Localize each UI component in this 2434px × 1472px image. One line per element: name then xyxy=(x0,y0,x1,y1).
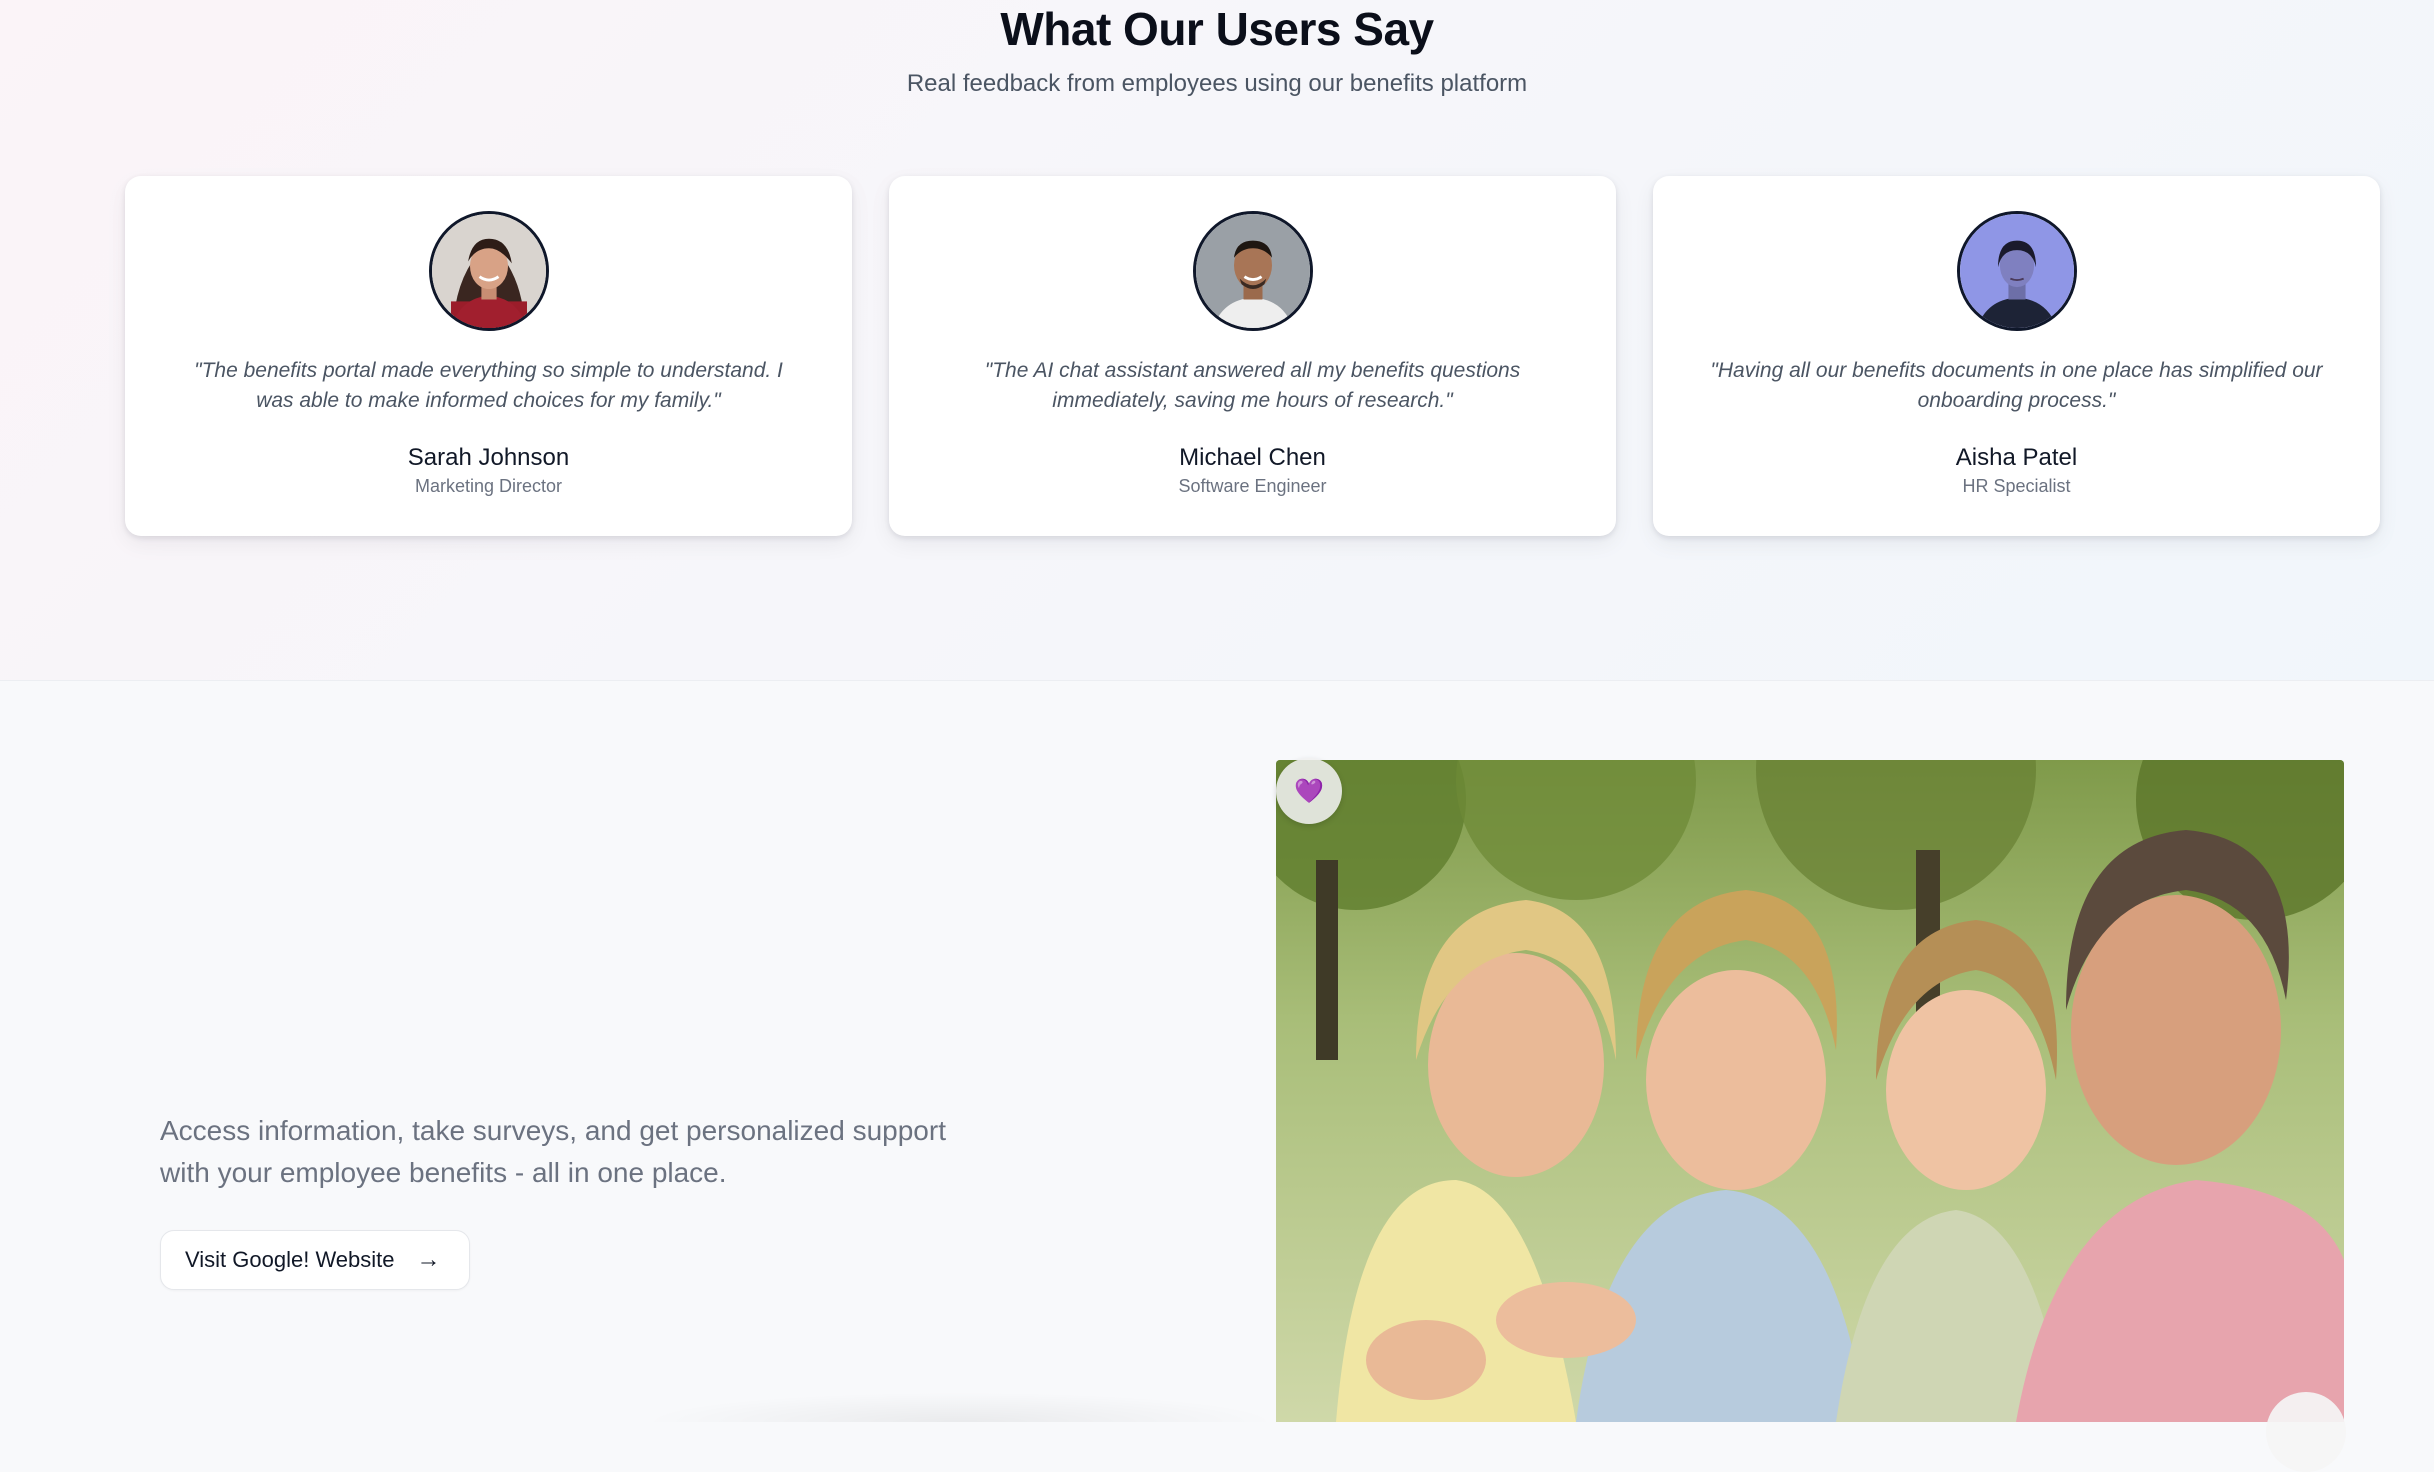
testimonial-quote: "The benefits portal made everything so … xyxy=(194,359,783,412)
family-photo-illustration xyxy=(1276,760,2344,1422)
purple-heart-icon[interactable]: 💜 xyxy=(1276,758,1342,824)
user-photo-aisha xyxy=(1959,214,2074,328)
arrow-right-icon: → xyxy=(416,1246,441,1273)
avatar xyxy=(1956,211,2077,331)
testimonial-name: Michael Chen xyxy=(1179,444,1326,471)
family-photo xyxy=(1276,760,2344,1422)
user-photo-michael xyxy=(1195,214,1310,328)
testimonial-quote: "The AI chat assistant answered all my b… xyxy=(984,359,1521,412)
testimonial-role: HR Specialist xyxy=(1962,476,2071,496)
photo-corner-button[interactable] xyxy=(2266,1392,2346,1472)
visit-website-button[interactable]: Visit Google! Website → xyxy=(160,1230,470,1290)
avatar xyxy=(428,211,549,331)
testimonial-card: "Having all our benefits documents in on… xyxy=(1653,176,2380,536)
testimonial-card: "The benefits portal made everything so … xyxy=(125,176,852,536)
avatar xyxy=(1192,211,1313,331)
hero-description: Access information, take surveys, and ge… xyxy=(160,1115,946,1188)
testimonial-role: Software Engineer xyxy=(1178,476,1327,496)
testimonial-card: "The AI chat assistant answered all my b… xyxy=(889,176,1616,536)
section-shadow xyxy=(640,1392,1280,1422)
visit-website-label: Visit Google! Website xyxy=(185,1247,395,1272)
testimonials-subtitle: Real feedback from employees using our b… xyxy=(906,70,1528,97)
user-photo-sarah xyxy=(431,214,546,328)
testimonial-name: Sarah Johnson xyxy=(407,444,570,471)
testimonials-section: What Our Users Say Real feedback from em… xyxy=(0,0,2434,681)
testimonials-title: What Our Users Say xyxy=(1000,3,1434,55)
testimonial-name: Aisha Patel xyxy=(1955,444,2078,471)
testimonial-role: Marketing Director xyxy=(414,476,563,496)
testimonial-quote: "Having all our benefits documents in on… xyxy=(1710,359,2323,412)
